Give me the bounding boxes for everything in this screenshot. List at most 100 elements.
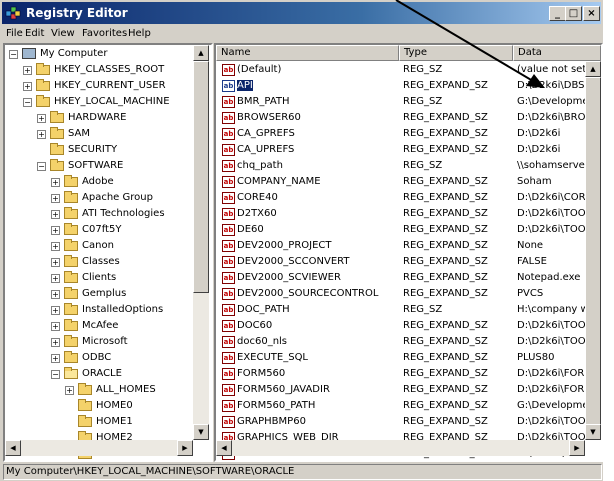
list-horizontal-scrollbar[interactable]: ◀ ▶ — [216, 440, 585, 456]
tree-scroll-down-button[interactable]: ▼ — [193, 424, 209, 440]
value-row[interactable]: ab CA_UPREFS REG_EXPAND_SZ D:\D2k6i — [216, 142, 601, 158]
tree-item-label: Gemplus — [82, 288, 127, 299]
value-name-text: DEV2000_SCCONVERT — [237, 256, 350, 267]
tree-item-label: HKEY_CURRENT_USER — [54, 80, 166, 91]
collapse-icon[interactable]: − — [37, 162, 46, 171]
value-type: REG_EXPAND_SZ — [403, 416, 488, 427]
expand-icon[interactable]: + — [51, 194, 60, 203]
key-tree-pane[interactable]: − My Computer + HKEY_CLASSES_ROOT + HKEY_CURR… — [3, 43, 213, 462]
menu-file[interactable]: File — [6, 28, 23, 39]
value-row[interactable]: ab FORM560_JAVADIR REG_EXPAND_SZ D:\D2k6i\F… — [216, 382, 601, 398]
menu-favorites[interactable]: Favorites — [82, 28, 127, 39]
value-row[interactable]: abDOC60 REG_EXPAND_SZ D:\D2k6i\TOOLS\ — [216, 318, 601, 334]
value-name-text: DOC_PATH — [237, 304, 290, 315]
values-list-pane[interactable]: Name Type Data ab (Default) REG_SZ (value n… — [214, 43, 603, 462]
folder-icon — [64, 335, 78, 347]
title-bar[interactable]: Registry Editor _ □ × — [2, 2, 601, 24]
menu-view[interactable]: View — [51, 28, 75, 39]
value-name-text: COMPANY_NAME — [237, 176, 321, 187]
tree-scroll-up-button[interactable]: ▲ — [193, 45, 209, 61]
tree-horizontal-scrollbar[interactable]: ◀ ▶ — [5, 440, 193, 456]
menu-edit[interactable]: Edit — [25, 28, 44, 39]
list-scroll-thumb[interactable] — [585, 77, 601, 427]
folder-icon — [78, 383, 92, 395]
expand-icon[interactable]: + — [51, 210, 60, 219]
tree-vertical-scrollbar[interactable]: ▲ ▼ — [193, 45, 209, 440]
expand-icon[interactable]: + — [23, 66, 32, 75]
expand-icon[interactable]: + — [51, 242, 60, 251]
value-row[interactable]: ab EXECUTE_SQL REG_EXPAND_SZ PLUS80 — [216, 350, 601, 366]
expand-icon[interactable]: + — [37, 114, 46, 123]
value-name-text: DEV2000_SOURCECONTROL — [237, 288, 379, 299]
tree-scroll-thumb[interactable] — [193, 61, 209, 293]
collapse-icon[interactable]: − — [51, 370, 60, 379]
value-row[interactable]: ab DEV2000_SCCONVERT REG_EXPAND_SZ FALSE — [216, 254, 601, 270]
value-row[interactable]: ab CA_GPREFS REG_EXPAND_SZ D:\D2k6i — [216, 126, 601, 142]
collapse-icon[interactable]: − — [9, 50, 18, 59]
value-row[interactable]: abFORM560 REG_EXPAND_SZ D:\D2k6i\FORMS6 — [216, 366, 601, 382]
value-row[interactable]: ab (Default) REG_SZ (value not set) — [216, 62, 601, 78]
list-scroll-right-button[interactable]: ▶ — [569, 440, 585, 456]
minimize-button[interactable]: _ — [549, 6, 566, 21]
value-row[interactable]: abGRAPHBMP60 REG_EXPAND_SZ D:\D2k6i\TOOLS\ — [216, 414, 601, 430]
collapse-icon[interactable]: − — [23, 98, 32, 107]
value-name: (Default) — [237, 62, 397, 78]
expand-icon[interactable]: + — [51, 290, 60, 299]
expand-icon[interactable]: + — [51, 178, 60, 187]
value-row[interactable]: abCORE40 REG_EXPAND_SZ D:\D2k6i\CORE40 — [216, 190, 601, 206]
expand-icon[interactable]: + — [51, 322, 60, 331]
expand-icon[interactable]: + — [51, 338, 60, 347]
column-header-type[interactable]: Type — [399, 45, 513, 61]
value-row[interactable]: abDOC_PATH REG_SZ H:\company work — [216, 302, 601, 318]
column-header-data[interactable]: Data — [513, 45, 601, 61]
value-row[interactable]: abDE60 REG_EXPAND_SZ D:\D2k6i\TOOLS\ — [216, 222, 601, 238]
value-row[interactable]: ab COMPANY_NAME REG_EXPAND_SZ Soham — [216, 174, 601, 190]
list-scroll-left-button[interactable]: ◀ — [216, 440, 232, 456]
value-data: D:\D2k6i\CORE40 — [517, 192, 585, 203]
value-type: REG_EXPAND_SZ — [403, 224, 488, 235]
value-row[interactable]: ab DEV2000_PROJECT REG_EXPAND_SZ None — [216, 238, 601, 254]
string-value-icon: ab — [222, 320, 235, 332]
value-row[interactable]: ab DEV2000_SOURCECONTROL REG_EXPAND_SZ PVCS — [216, 286, 601, 302]
value-row[interactable]: abBROWSER60 REG_EXPAND_SZ D:\D2k6i\BROWSE — [216, 110, 601, 126]
value-name-text: CA_UPREFS — [237, 144, 295, 155]
value-name-text: FORM560 — [237, 368, 286, 379]
value-row[interactable]: abD2TX60 REG_EXPAND_SZ D:\D2k6i\TOOLS\ — [216, 206, 601, 222]
value-row[interactable]: ab DEV2000_SCVIEWER REG_EXPAND_SZ Notepad.e… — [216, 270, 601, 286]
folder-icon — [78, 399, 92, 411]
column-header-name[interactable]: Name — [216, 45, 399, 61]
string-value-icon: ab — [222, 96, 235, 108]
string-value-icon: ab — [222, 400, 235, 412]
value-name: GRAPHBMP60 — [237, 414, 397, 430]
value-data: D:\D2k6i — [517, 128, 561, 139]
value-row[interactable]: abBMR_PATH REG_SZ G:\Development\ — [216, 94, 601, 110]
tree-item-label: HKEY_LOCAL_MACHINE — [54, 96, 170, 107]
expand-icon[interactable]: + — [51, 226, 60, 235]
maximize-button[interactable]: □ — [565, 6, 582, 21]
tree-scroll-right-button[interactable]: ▶ — [177, 440, 193, 456]
expand-icon[interactable]: + — [51, 354, 60, 363]
value-name: FORM560 — [237, 366, 397, 382]
list-vertical-scrollbar[interactable]: ▲ ▼ — [585, 61, 601, 440]
tree-scroll-left-button[interactable]: ◀ — [5, 440, 21, 456]
string-value-icon: ab — [222, 240, 235, 252]
value-type: REG_SZ — [403, 96, 443, 107]
value-name-text: chq_path — [237, 160, 283, 171]
expand-icon[interactable]: + — [23, 82, 32, 91]
value-row[interactable]: ab API REG_EXPAND_SZ D:\D2k6i\DBS — [216, 78, 601, 94]
list-scroll-up-button[interactable]: ▲ — [585, 61, 601, 77]
string-value-icon: ab — [222, 256, 235, 268]
close-button[interactable]: × — [583, 6, 600, 21]
list-scroll-down-button[interactable]: ▼ — [585, 424, 601, 440]
menu-help[interactable]: Help — [128, 28, 151, 39]
expand-icon[interactable]: + — [51, 258, 60, 267]
expand-icon[interactable]: + — [37, 130, 46, 139]
value-type: REG_EXPAND_SZ — [403, 208, 488, 219]
expand-icon[interactable]: + — [51, 274, 60, 283]
value-row[interactable]: abFORM560_PATH REG_EXPAND_SZ G:\Developmen… — [216, 398, 601, 414]
computer-icon — [22, 48, 36, 59]
value-row[interactable]: abdoc60_nls REG_EXPAND_SZ D:\D2k6i\TOOLS\ — [216, 334, 601, 350]
expand-icon[interactable]: + — [65, 386, 74, 395]
value-row[interactable]: abchq_path REG_SZ \\sohamserver\g\ — [216, 158, 601, 174]
expand-icon[interactable]: + — [51, 306, 60, 315]
